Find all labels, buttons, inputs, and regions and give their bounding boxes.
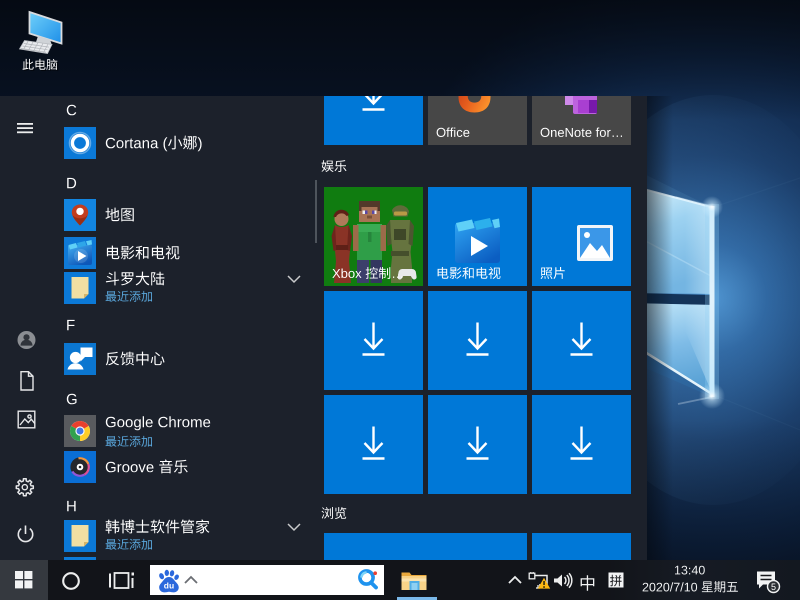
svg-text:du: du (164, 581, 174, 591)
svg-text:5: 5 (771, 582, 776, 592)
